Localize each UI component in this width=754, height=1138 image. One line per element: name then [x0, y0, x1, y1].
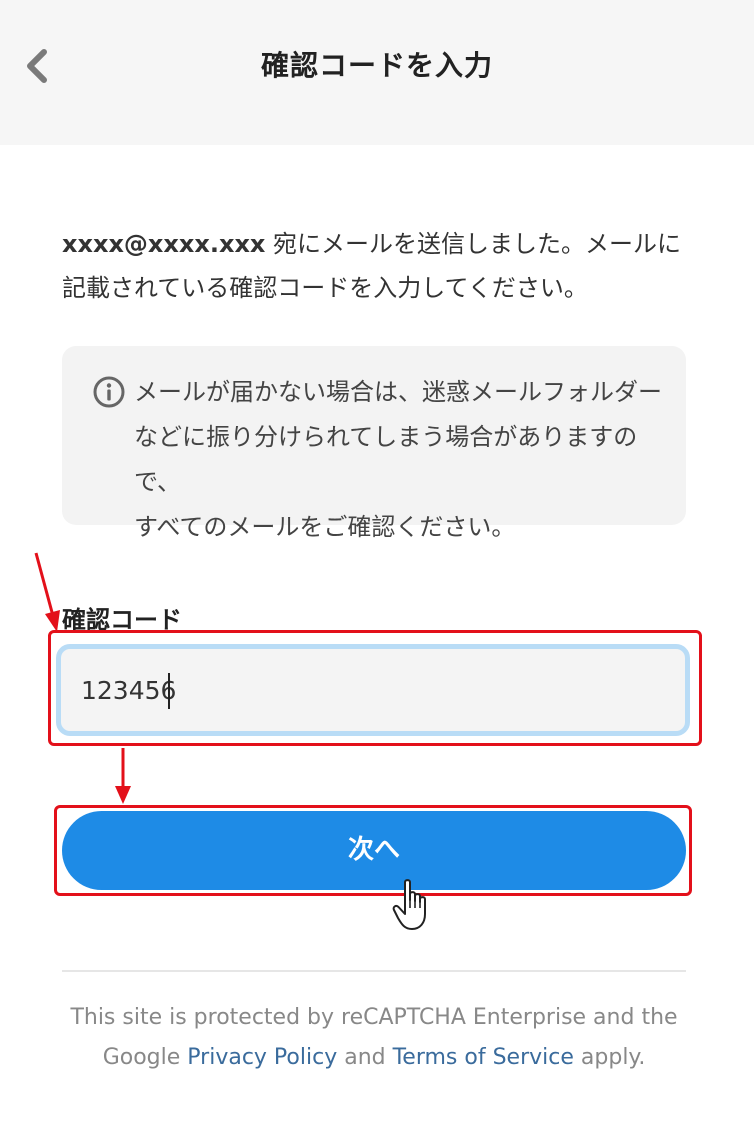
annotation-arrow-down [115, 748, 131, 804]
header-bar: 確認コードを入力 [0, 0, 754, 145]
apply-text: apply. [580, 1045, 646, 1070]
info-text: メールが届かない場合は、迷惑メールフォルダー などに振り分けられてしまう場合があ… [134, 370, 664, 550]
sent-message: xxxx@xxxx.xxx 宛にメールを送信しました。メールに記載されている確認… [62, 222, 692, 310]
info-line-2: などに振り分けられてしまう場合がありますので、 [134, 423, 638, 496]
verification-code-page: 確認コードを入力 xxxx@xxxx.xxx 宛にメールを送信しました。メールに… [0, 0, 754, 1138]
email-address: xxxx@xxxx.xxx [62, 230, 266, 258]
recaptcha-line-2: Google Privacy Policy and Terms of Servi… [62, 1038, 686, 1078]
annotation-highlight-input [48, 630, 702, 746]
annotation-highlight-button [54, 805, 692, 896]
divider [62, 970, 686, 972]
annotation-arrows [34, 552, 131, 804]
page-title: 確認コードを入力 [260, 49, 493, 82]
info-circle-icon [93, 376, 125, 408]
info-line-3: すべてのメールをご確認ください。 [134, 513, 516, 541]
google-text: Google [102, 1045, 181, 1070]
recaptcha-line-1: This site is protected by reCAPTCHA Ente… [70, 1005, 678, 1030]
annotation-arrow-diagonal [34, 552, 60, 632]
and-text: and [344, 1045, 386, 1070]
info-line-1: メールが届かない場合は、迷惑メールフォルダー [134, 378, 662, 406]
privacy-policy-link[interactable]: Privacy Policy [187, 1045, 337, 1070]
recaptcha-notice: This site is protected by reCAPTCHA Ente… [62, 998, 686, 1078]
terms-of-service-link[interactable]: Terms of Service [393, 1045, 574, 1070]
